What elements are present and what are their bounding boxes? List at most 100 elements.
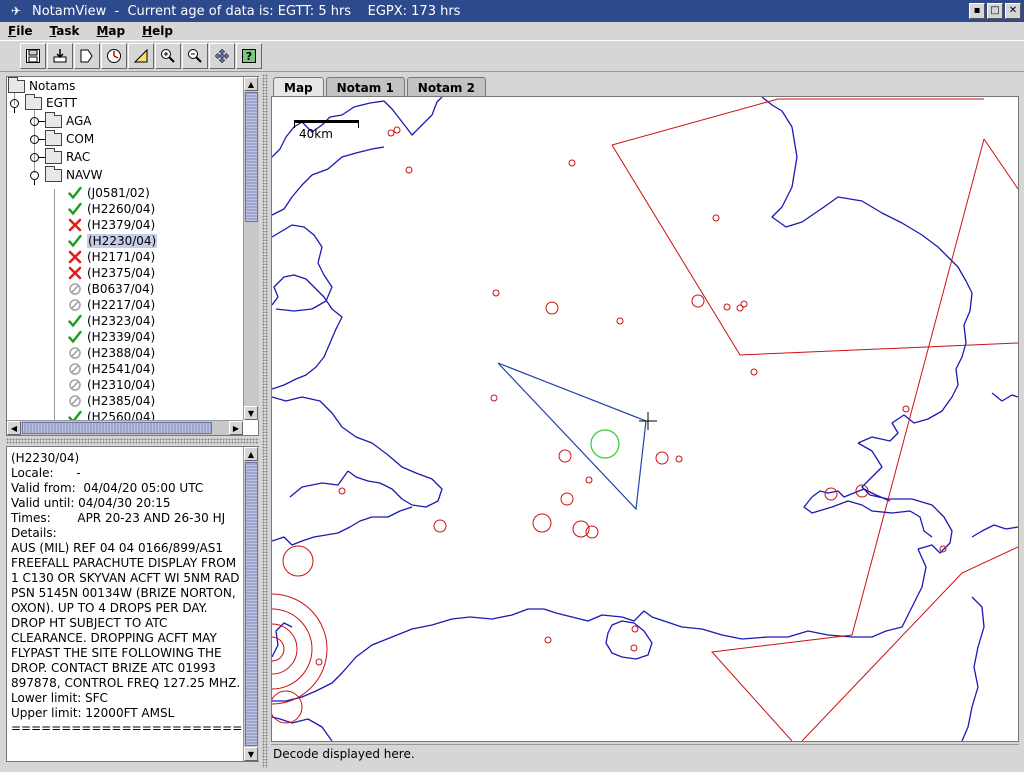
notam-list-item[interactable]: (H2388/04): [68, 345, 155, 361]
notam-id-label: (H2541/04): [87, 362, 156, 376]
notam-list-item[interactable]: (H2385/04): [68, 393, 155, 409]
notam-list-item[interactable]: (H2339/04): [68, 329, 155, 345]
zoom-in-button[interactable]: [155, 43, 181, 69]
collapse-handle-icon[interactable]: [30, 152, 45, 162]
tab-notam-2[interactable]: Notam 2: [406, 77, 486, 97]
collapse-handle-icon[interactable]: [30, 116, 45, 126]
notam-list-item[interactable]: (H2171/04): [68, 249, 155, 265]
detail-vertical-scrollbar[interactable]: ▲ ▼: [243, 447, 259, 761]
notam-id-label: (H2171/04): [87, 250, 156, 264]
zoom-in-icon: [161, 49, 175, 63]
notam-list-item[interactable]: (H2230/04): [68, 233, 158, 249]
check-icon: [68, 314, 82, 328]
notam-id-label: (H2388/04): [87, 346, 156, 360]
map-svg[interactable]: 40km: [272, 97, 1018, 741]
notam-id-label: (H2310/04): [87, 378, 156, 392]
tab-map[interactable]: Map: [273, 77, 324, 97]
scroll-right-icon[interactable]: ▶: [229, 421, 243, 435]
notam-list-item[interactable]: (H2541/04): [68, 361, 155, 377]
airspace-boundary[interactable]: [710, 138, 985, 741]
notam-list-item[interactable]: (H2217/04): [68, 297, 155, 313]
window-menu-icon[interactable]: ✈: [0, 0, 32, 22]
scale-label: 40km: [299, 127, 333, 141]
menu-map[interactable]: Map: [94, 24, 127, 38]
scroll-down-icon[interactable]: ▼: [244, 747, 258, 761]
menu-file[interactable]: File: [6, 24, 35, 38]
map-canvas[interactable]: 40km: [271, 96, 1019, 742]
tree-node-label: NAVW: [66, 168, 103, 182]
collapse-handle-icon[interactable]: [30, 134, 45, 144]
menu-task[interactable]: Task: [48, 24, 82, 38]
notam-list-item[interactable]: (J0581/02): [68, 185, 150, 201]
export-button[interactable]: [74, 43, 100, 69]
detail-line: CLEARANCE. DROPPING ACFT MAY: [11, 631, 217, 645]
notam-id-label: (H2260/04): [87, 202, 156, 216]
notam-tree[interactable]: Notams EGTT AGA COM RAC NAVW (J0581/02)(: [6, 76, 259, 436]
airspace-boundary[interactable]: [611, 98, 984, 146]
minimize-button[interactable]: ▪: [969, 3, 985, 19]
airspace-boundary[interactable]: [801, 546, 1018, 741]
tree-vertical-scrollbar[interactable]: ▲ ▼: [243, 77, 259, 420]
tree-node-rac[interactable]: RAC: [30, 147, 90, 165]
scroll-thumb[interactable]: [245, 92, 258, 222]
tree-node-root[interactable]: Notams: [8, 77, 75, 94]
scroll-down-icon[interactable]: ▼: [244, 406, 258, 420]
active-notam-circle[interactable]: [590, 429, 620, 459]
detail-line: Lower limit: SFC: [11, 691, 108, 705]
tree-node-egtt[interactable]: EGTT: [10, 93, 77, 113]
expand-handle-icon[interactable]: [30, 170, 39, 185]
notam-list-item[interactable]: (H2260/04): [68, 201, 155, 217]
notam-list-item[interactable]: (H2375/04): [68, 265, 155, 281]
notam-list-item[interactable]: (H2323/04): [68, 313, 155, 329]
vertical-splitter[interactable]: [262, 74, 268, 768]
zoom-out-button[interactable]: [182, 43, 208, 69]
tab-notam-1[interactable]: Notam 1: [325, 77, 405, 97]
notam-list-item[interactable]: (H2379/04): [68, 217, 155, 233]
tree-node-label: EGTT: [46, 96, 77, 110]
close-button[interactable]: ✕: [1005, 3, 1021, 19]
notam-list-item[interactable]: (H2560/04): [68, 409, 155, 420]
detail-line: Upper limit: 12000FT AMSL: [11, 706, 175, 720]
detail-line: Valid from: 04/04/20 05:00 UTC: [11, 481, 204, 495]
detail-line: DROP. CONTACT BRIZE ATC 01993: [11, 661, 216, 675]
tree-node-com[interactable]: COM: [30, 129, 95, 147]
expand-handle-icon[interactable]: [10, 98, 19, 113]
notam-detail-text: (H2230/04) Locale: - Valid from: 04/04/20 …: [11, 451, 243, 757]
export-icon: [80, 49, 93, 63]
airspace-boundary[interactable]: [611, 144, 1018, 356]
scroll-left-icon[interactable]: ◀: [7, 421, 21, 435]
scroll-thumb[interactable]: [22, 422, 212, 434]
tree-node-aga[interactable]: AGA: [30, 111, 92, 129]
detail-line: (H2230/04): [11, 451, 80, 465]
menu-help[interactable]: Help: [140, 24, 175, 38]
time-filter-button[interactable]: [101, 43, 127, 69]
help-button[interactable]: ?: [236, 43, 262, 69]
pan-button[interactable]: [209, 43, 235, 69]
import-button[interactable]: [47, 43, 73, 69]
detail-line: Valid until: 04/04/30 20:15: [11, 496, 171, 510]
disabled-icon: [68, 298, 82, 312]
horizontal-splitter[interactable]: [6, 438, 259, 444]
scroll-up-icon[interactable]: ▲: [244, 77, 258, 91]
tree-node-label: COM: [66, 132, 95, 146]
tree-node-navw[interactable]: NAVW: [30, 165, 103, 185]
save-button[interactable]: [20, 43, 46, 69]
tree-horizontal-scrollbar[interactable]: ◀ ▶: [7, 420, 243, 435]
disabled-icon: [68, 362, 82, 376]
notam-id-label: (H2375/04): [87, 266, 156, 280]
notam-id-label: (H2385/04): [87, 394, 156, 408]
folder-icon: [45, 147, 62, 164]
notam-list-item[interactable]: (H2310/04): [68, 377, 155, 393]
crosshair-icon: [639, 412, 657, 430]
airspace-boundary[interactable]: [983, 138, 1018, 190]
folder-icon: [45, 129, 62, 146]
notam-list-item[interactable]: (B0637/04): [68, 281, 154, 297]
notam-id-label: (H2379/04): [87, 218, 156, 232]
measure-button[interactable]: [128, 43, 154, 69]
folder-icon: [8, 77, 25, 93]
selected-notam-area[interactable]: [497, 362, 647, 511]
scroll-up-icon[interactable]: ▲: [244, 447, 258, 461]
maximize-button[interactable]: □: [987, 3, 1003, 19]
folder-icon: [45, 111, 62, 128]
scroll-thumb[interactable]: [245, 462, 258, 746]
